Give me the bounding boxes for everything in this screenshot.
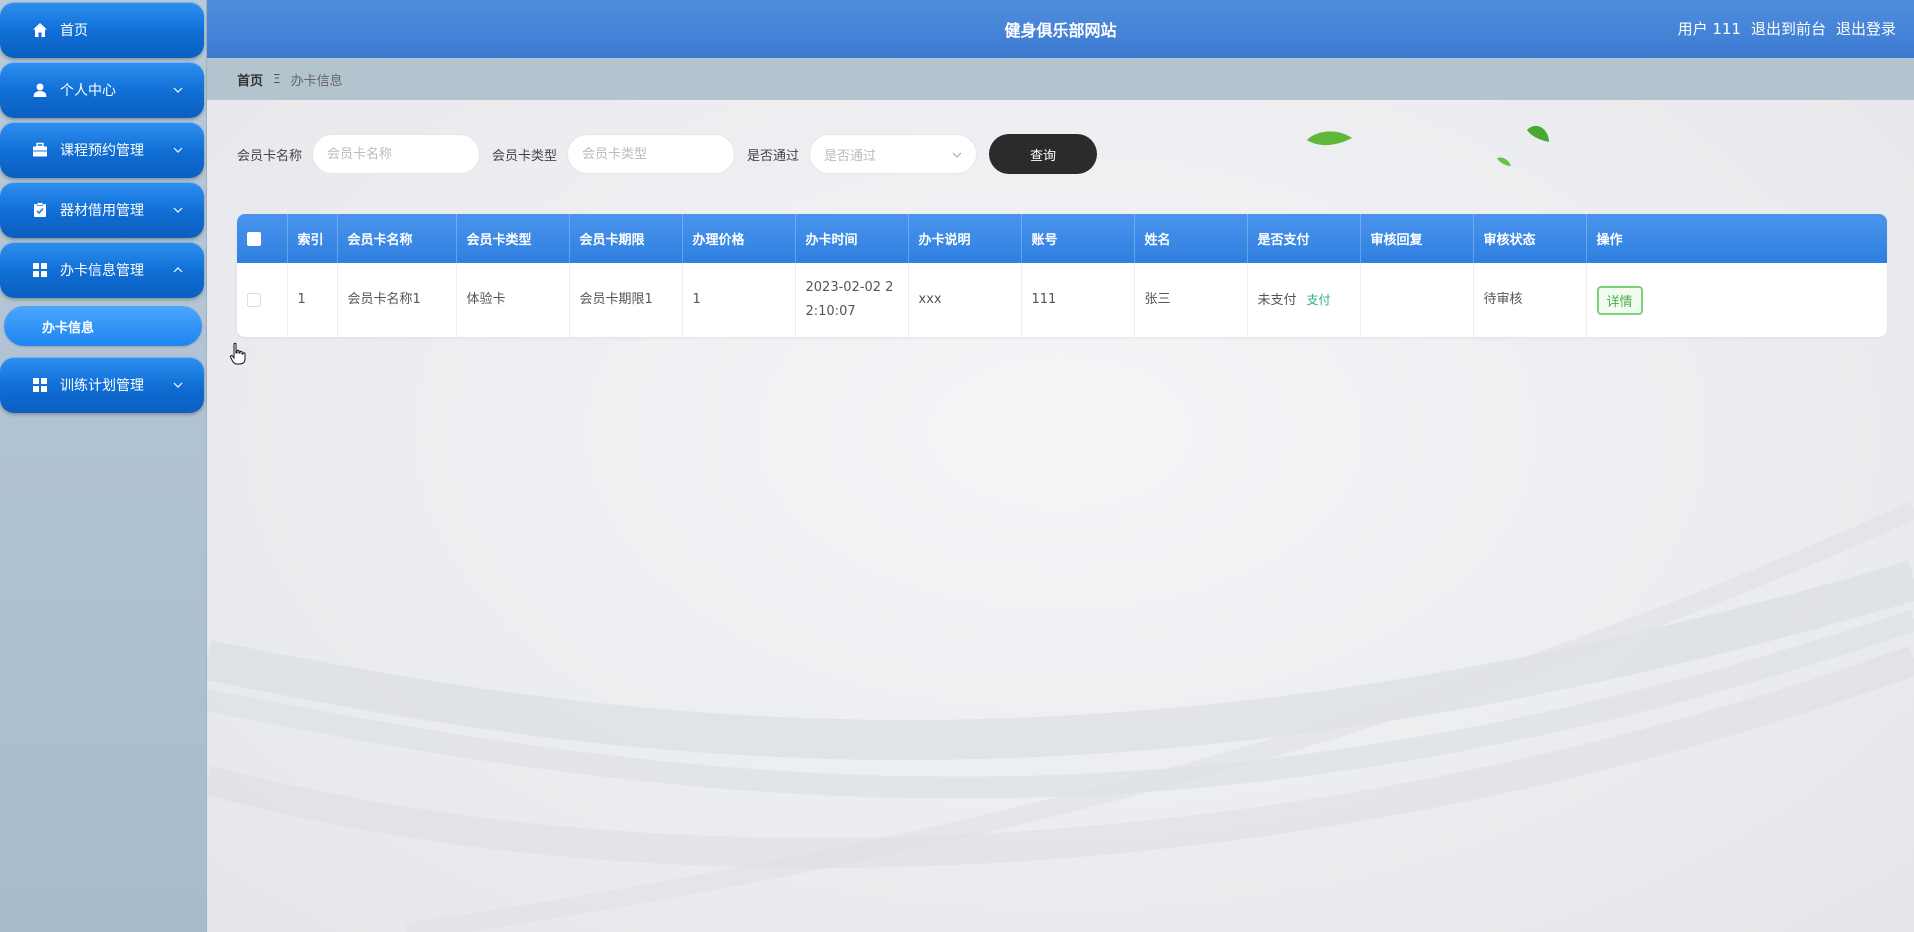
chevron-down-icon [170,207,186,213]
leaf-icon [1527,125,1549,142]
leaf-icon [1307,131,1352,146]
row-checkbox[interactable] [247,292,261,307]
column-header: 账号 [1021,214,1135,263]
sidebar-item-label: 个人中心 [60,83,116,99]
home-icon [30,20,50,40]
sidebar-item-equipment-borrow[interactable]: 器材借用管理 [0,182,204,238]
detail-button[interactable]: 详情 [1596,285,1643,315]
header-user-actions: 用户 111 退出到前台 退出登录 [1678,18,1896,39]
search-bar: 会员卡名称 会员卡类型 是否通过 是否通过 查询 [237,134,1098,174]
chevron-up-icon [170,267,186,273]
cell-account: 111 [1021,263,1135,337]
paid-status: 未支付 [1257,292,1297,308]
query-button[interactable]: 查询 [989,134,1098,174]
sidebar-subitem-label: 办卡信息 [42,320,95,336]
chevron-down-icon [952,147,962,162]
column-header: 办卡时间 [795,214,909,263]
cell-time: 2023-02-02 22:10:07 [795,263,909,337]
row-select-cell [237,263,288,337]
card-name-label: 会员卡名称 [237,148,303,164]
sidebar-item-personal-center[interactable]: 个人中心 [0,62,204,118]
sidebar: 首页 个人中心 课程预约管理 器材借用管理 办卡信息管理 办卡信息 训练计划管理 [0,0,207,932]
cell-paid: 未支付 支付 [1247,263,1361,337]
column-header: 审核回复 [1360,214,1474,263]
grid-icon [30,375,50,395]
user-icon [30,80,50,100]
select-all-checkbox[interactable] [247,231,261,246]
exit-to-front-link[interactable]: 退出到前台 [1751,18,1826,39]
card-info-table: 索引 会员卡名称 会员卡类型 会员卡期限 办理价格 办卡时间 办卡说明 账号 姓… [237,214,1887,337]
pass-status-label: 是否通过 [747,148,800,164]
column-header: 索引 [287,214,338,263]
column-header: 会员卡期限 [569,214,683,263]
sidebar-subitem-card-info[interactable]: 办卡信息 [4,306,202,346]
column-header: 办卡说明 [908,214,1022,263]
sidebar-item-label: 首页 [60,23,88,39]
select-all-cell [237,214,288,263]
cell-card-term: 会员卡期限1 [569,263,683,337]
breadcrumb-home[interactable]: 首页 [237,70,263,89]
clipboard-icon [30,200,50,220]
sidebar-item-home[interactable]: 首页 [0,2,204,58]
site-title: 健身俱乐部网站 [1004,21,1117,40]
column-header: 审核状态 [1473,214,1587,263]
table-row: 1 会员卡名称1 体验卡 会员卡期限1 1 2023-02-02 22:10:0… [237,263,1887,337]
cell-reply [1360,263,1474,337]
pass-status-select[interactable]: 是否通过 [809,134,978,174]
cell-note: xxx [908,263,1022,337]
grid-icon [30,260,50,280]
sidebar-item-label: 课程预约管理 [60,143,144,159]
table-header-row: 索引 会员卡名称 会员卡类型 会员卡期限 办理价格 办卡时间 办卡说明 账号 姓… [237,214,1887,263]
column-header: 是否支付 [1247,214,1361,263]
sidebar-item-training-plan[interactable]: 训练计划管理 [0,357,204,413]
breadcrumb-separator: Ξ [273,72,281,86]
card-type-input[interactable] [567,134,736,174]
pass-status-placeholder: 是否通过 [824,148,877,164]
top-header: 健身俱乐部网站 用户 111 退出到前台 退出登录 [207,0,1914,58]
chevron-down-icon [170,382,186,388]
pay-link[interactable]: 支付 [1307,293,1331,307]
sidebar-item-course-booking[interactable]: 课程预约管理 [0,122,204,178]
cell-action: 详情 [1586,263,1887,337]
current-user: 用户 111 [1677,20,1741,38]
cell-card-name: 会员卡名称1 [337,263,457,337]
logout-link[interactable]: 退出登录 [1836,18,1896,39]
sidebar-item-label: 器材借用管理 [60,203,144,219]
cell-index: 1 [287,263,338,337]
card-name-input[interactable] [312,134,481,174]
cell-card-type: 体验卡 [456,263,570,337]
sidebar-item-label: 办卡信息管理 [60,263,144,279]
sidebar-item-label: 训练计划管理 [60,378,144,394]
column-header: 办理价格 [682,214,796,263]
briefcase-icon [30,140,50,160]
column-header: 会员卡类型 [456,214,570,263]
column-header: 会员卡名称 [337,214,457,263]
card-type-label: 会员卡类型 [492,148,558,164]
hand-cursor-icon [229,342,246,365]
column-header: 操作 [1596,233,1623,248]
cell-price: 1 [682,263,796,337]
cell-name: 张三 [1134,263,1248,337]
breadcrumb: 首页 Ξ 办卡信息 [207,58,1914,100]
leaf-icon [1497,157,1511,166]
chevron-down-icon [170,147,186,153]
chevron-down-icon [170,87,186,93]
cell-status: 待审核 [1473,263,1587,337]
breadcrumb-current: 办卡信息 [290,73,343,89]
main-content: 会员卡名称 会员卡类型 是否通过 是否通过 查询 索引 会员 [207,100,1914,932]
column-header: 姓名 [1134,214,1248,263]
sidebar-item-card-info-management[interactable]: 办卡信息管理 [0,242,204,298]
